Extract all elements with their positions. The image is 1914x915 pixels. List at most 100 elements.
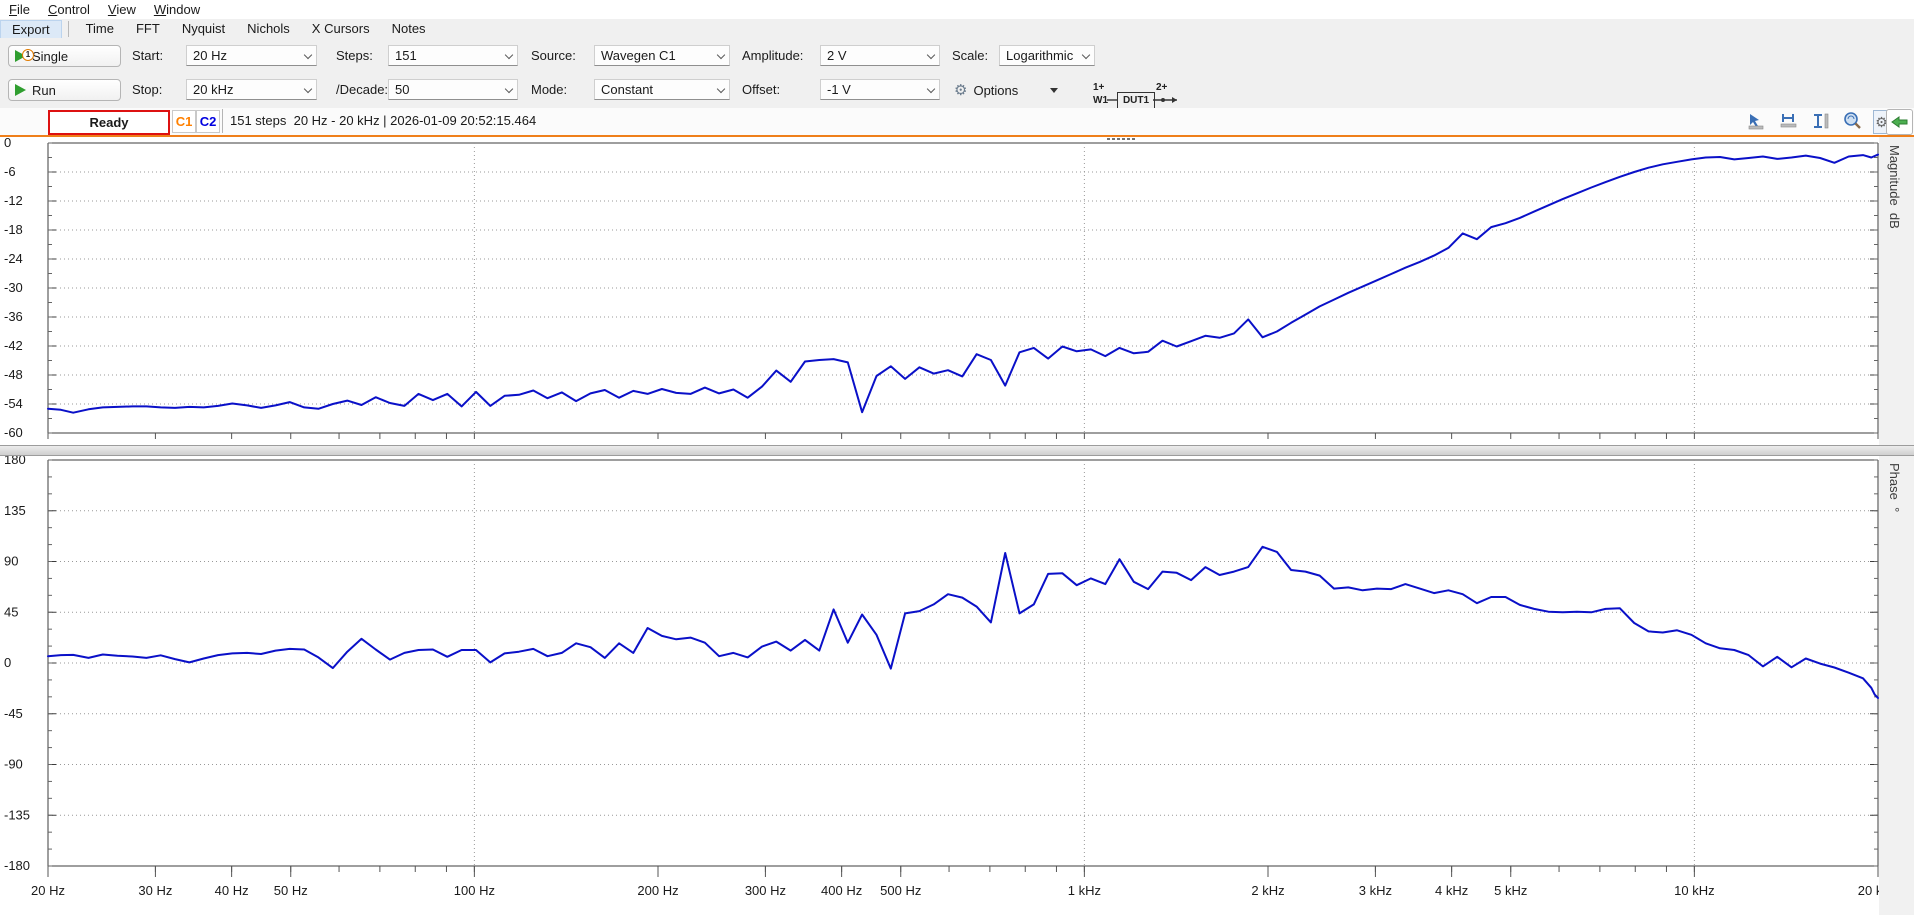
svg-text:-6: -6 — [4, 164, 16, 179]
svg-text:40 Hz: 40 Hz — [215, 883, 249, 898]
chevron-down-icon — [304, 86, 312, 94]
svg-text:200 Hz: 200 Hz — [637, 883, 678, 898]
tab-time[interactable]: Time — [75, 20, 125, 37]
vertical-cursor-icon[interactable] — [1809, 110, 1833, 132]
channel-2-badge[interactable]: C2 — [196, 110, 220, 133]
svg-text:-180: -180 — [4, 858, 30, 873]
single-play-icon: 1 — [15, 50, 26, 62]
chevron-down-icon — [927, 52, 935, 60]
zoom-icon[interactable] — [1841, 110, 1865, 132]
svg-text:45: 45 — [4, 604, 18, 619]
svg-text:400 Hz: 400 Hz — [821, 883, 862, 898]
tab-export[interactable]: Export — [0, 20, 62, 38]
channel-accent-rule — [0, 135, 1914, 137]
stop-combobox[interactable]: 20 kHz — [186, 79, 317, 100]
tab-notes[interactable]: Notes — [381, 20, 437, 37]
menu-control[interactable]: Control — [39, 1, 99, 18]
tabbar: Export Time FFT Nyquist Nichols X Cursor… — [0, 19, 1914, 39]
svg-text:-135: -135 — [4, 807, 30, 822]
svg-text:300 Hz: 300 Hz — [745, 883, 786, 898]
svg-text:-45: -45 — [4, 706, 23, 721]
steps-combobox[interactable]: 151 — [388, 45, 518, 66]
chevron-down-icon — [717, 52, 725, 60]
svg-text:4 kHz: 4 kHz — [1435, 883, 1468, 898]
horizontal-cursor-icon[interactable] — [1777, 110, 1801, 132]
single-button-label: Single — [32, 49, 68, 64]
offset-value: -1 V — [827, 82, 927, 97]
chevron-down-icon — [505, 52, 513, 60]
tab-fft[interactable]: FFT — [125, 20, 171, 37]
per-decade-combobox[interactable]: 50 — [388, 79, 518, 100]
scale-label: Scale: — [952, 45, 988, 67]
tab-x-cursors[interactable]: X Cursors — [301, 20, 381, 37]
select-cursor-icon[interactable] — [1745, 110, 1769, 132]
steps-label: Steps: — [336, 45, 373, 67]
source-value: Wavegen C1 — [601, 48, 717, 63]
mode-label: Mode: — [531, 79, 567, 101]
svg-text:-90: -90 — [4, 757, 23, 772]
tab-nyquist[interactable]: Nyquist — [171, 20, 236, 37]
status-info-text: 151 steps 20 Hz - 20 kHz | 2026-01-09 20… — [230, 110, 536, 131]
menu-view[interactable]: View — [99, 1, 145, 18]
svg-text:100 Hz: 100 Hz — [454, 883, 495, 898]
single-button[interactable]: 1 Single — [8, 45, 121, 67]
chevron-down-icon — [927, 86, 935, 94]
source-combobox[interactable]: Wavegen C1 — [594, 45, 730, 66]
plot-splitter-handle[interactable] — [0, 445, 1914, 456]
gear-icon: ⚙ — [954, 83, 967, 98]
run-button-label: Run — [32, 83, 56, 98]
chevron-down-icon — [717, 86, 725, 94]
scale-value: Logarithmic — [1006, 48, 1082, 63]
per-decade-value: 50 — [395, 82, 505, 97]
toolbar: 1 Single Start: 20 Hz Steps: 151 Source:… — [0, 38, 1914, 108]
svg-text:0: 0 — [4, 655, 11, 670]
run-play-icon — [15, 84, 26, 96]
svg-text:1 kHz: 1 kHz — [1068, 883, 1101, 898]
per-decade-label: /Decade: — [336, 79, 388, 101]
svg-text:-12: -12 — [4, 193, 23, 208]
stop-label: Stop: — [132, 79, 162, 101]
phase-axis-label: Phase ° — [1887, 463, 1902, 512]
svg-text:-48: -48 — [4, 367, 23, 382]
svg-text:135: 135 — [4, 503, 26, 518]
svg-text:-60: -60 — [4, 425, 23, 440]
channel-1-badge[interactable]: C1 — [172, 110, 196, 133]
start-label: Start: — [132, 45, 163, 67]
single-badge: 1 — [22, 49, 34, 61]
magnitude-axis-label: Magnitude dB — [1887, 145, 1902, 229]
options-button[interactable]: ⚙ Options — [948, 79, 1064, 101]
menubar: File Control View Window — [0, 0, 1914, 19]
svg-text:2 kHz: 2 kHz — [1251, 883, 1284, 898]
options-label: Options — [973, 83, 1018, 98]
svg-text:3 kHz: 3 kHz — [1359, 883, 1392, 898]
offset-combobox[interactable]: -1 V — [820, 79, 940, 100]
svg-text:500 Hz: 500 Hz — [880, 883, 921, 898]
menu-window[interactable]: Window — [145, 1, 209, 18]
network-analyzer-plot: 0-6-12-18-24-30-36-42-48-54-601801359045… — [0, 0, 1914, 915]
svg-text:-36: -36 — [4, 309, 23, 324]
menu-file[interactable]: File — [0, 1, 39, 18]
green-left-arrow-icon — [1891, 116, 1908, 128]
mode-combobox[interactable]: Constant — [594, 79, 730, 100]
start-value: 20 Hz — [193, 48, 304, 63]
start-combobox[interactable]: 20 Hz — [186, 45, 317, 66]
scale-combobox[interactable]: Logarithmic — [999, 45, 1095, 66]
svg-text:-42: -42 — [4, 338, 23, 353]
tab-nichols[interactable]: Nichols — [236, 20, 301, 37]
tab-separator — [68, 21, 69, 37]
collapse-panel-button[interactable] — [1886, 109, 1913, 135]
svg-text:20 Hz: 20 Hz — [31, 883, 65, 898]
dropdown-arrow-icon — [1050, 88, 1058, 93]
svg-text:-54: -54 — [4, 396, 23, 411]
stop-value: 20 kHz — [193, 82, 304, 97]
svg-text:30 Hz: 30 Hz — [138, 883, 172, 898]
run-button[interactable]: Run — [8, 79, 121, 101]
steps-value: 151 — [395, 48, 505, 63]
amplitude-combobox[interactable]: 2 V — [820, 45, 940, 66]
mode-value: Constant — [601, 82, 717, 97]
svg-text:90: 90 — [4, 554, 18, 569]
amplitude-value: 2 V — [827, 48, 927, 63]
svg-text:-18: -18 — [4, 222, 23, 237]
svg-text:10 kHz: 10 kHz — [1674, 883, 1714, 898]
status-divider — [222, 109, 223, 133]
